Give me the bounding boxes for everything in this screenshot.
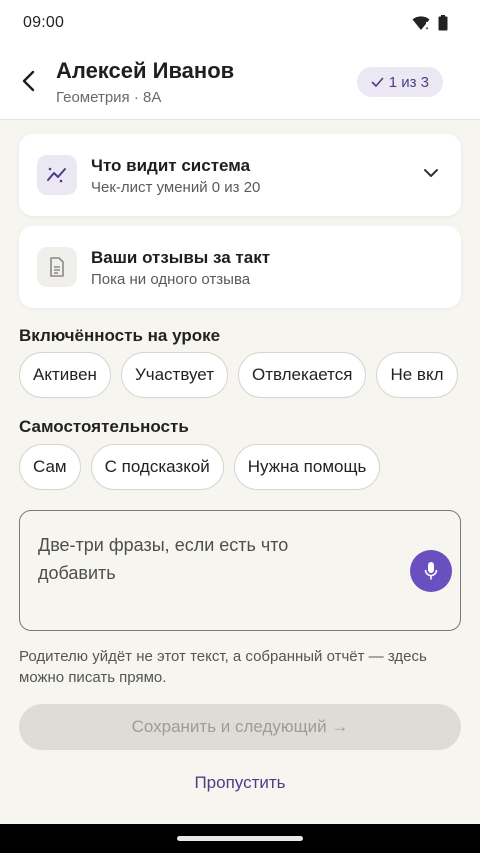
check-icon	[371, 77, 384, 87]
document-icon	[37, 247, 77, 287]
header: Алексей Иванов Геометрия · 8А 1 из 3	[0, 46, 480, 120]
back-button[interactable]	[14, 66, 44, 96]
note-input[interactable]: Две-три фразы, если есть что добавить	[19, 510, 461, 631]
arrow-left-icon	[22, 70, 35, 92]
system-card-title: Что видит система	[91, 156, 251, 175]
system-card[interactable]: Что видит система Чек-лист умений 0 из 2…	[19, 134, 461, 216]
status-bar: 09:00	[0, 0, 480, 46]
battery-icon	[438, 15, 448, 31]
engagement-title: Включённость на уроке	[19, 326, 221, 345]
chip-active[interactable]: Активен	[19, 352, 111, 398]
chip-distracted[interactable]: Отвлекается	[237, 352, 367, 398]
progress-label: 1 из 3	[388, 73, 429, 91]
home-handle[interactable]	[177, 836, 303, 841]
engagement-chips: Активен Участвует Отвлекается Не вкл	[19, 352, 458, 398]
chip-with-hint[interactable]: С подсказкой	[90, 444, 224, 490]
student-name: Алексей Иванов	[56, 58, 235, 83]
wifi-icon	[412, 16, 430, 30]
system-card-subtitle: Чек-лист умений 0 из 20	[91, 179, 261, 196]
note-placeholder: Две-три фразы, если есть что добавить	[38, 535, 289, 583]
save-next-button[interactable]: Сохранить и следующий →	[19, 704, 461, 750]
student-subtitle: Геометрия · 8А	[56, 89, 162, 106]
progress-badge: 1 из 3	[356, 67, 443, 97]
reviews-card: Ваши отзывы за такт Пока ни одного отзыв…	[19, 226, 461, 308]
mic-button[interactable]	[410, 550, 452, 592]
reviews-card-subtitle: Пока ни одного отзыва	[91, 271, 251, 288]
reviews-card-title: Ваши отзывы за такт	[91, 248, 271, 267]
skip-button[interactable]: Пропустить	[0, 773, 480, 793]
navigation-bar	[0, 824, 480, 853]
status-time: 09:00	[23, 14, 65, 31]
microphone-icon	[424, 562, 438, 580]
chip-participates[interactable]: Участвует	[120, 352, 228, 398]
independence-chips: Сам С подсказкой Нужна помощь	[19, 444, 381, 490]
chip-self[interactable]: Сам	[19, 444, 81, 490]
trend-icon	[37, 155, 77, 195]
independence-title: Самостоятельность	[19, 417, 189, 436]
chip-not-engaged[interactable]: Не вкл	[376, 352, 458, 398]
chip-needs-help[interactable]: Нужна помощь	[233, 444, 381, 490]
hint-text: Родителю уйдёт не этот текст, а собранны…	[19, 648, 427, 686]
status-icons	[412, 15, 448, 31]
chevron-down-icon[interactable]	[423, 165, 439, 183]
